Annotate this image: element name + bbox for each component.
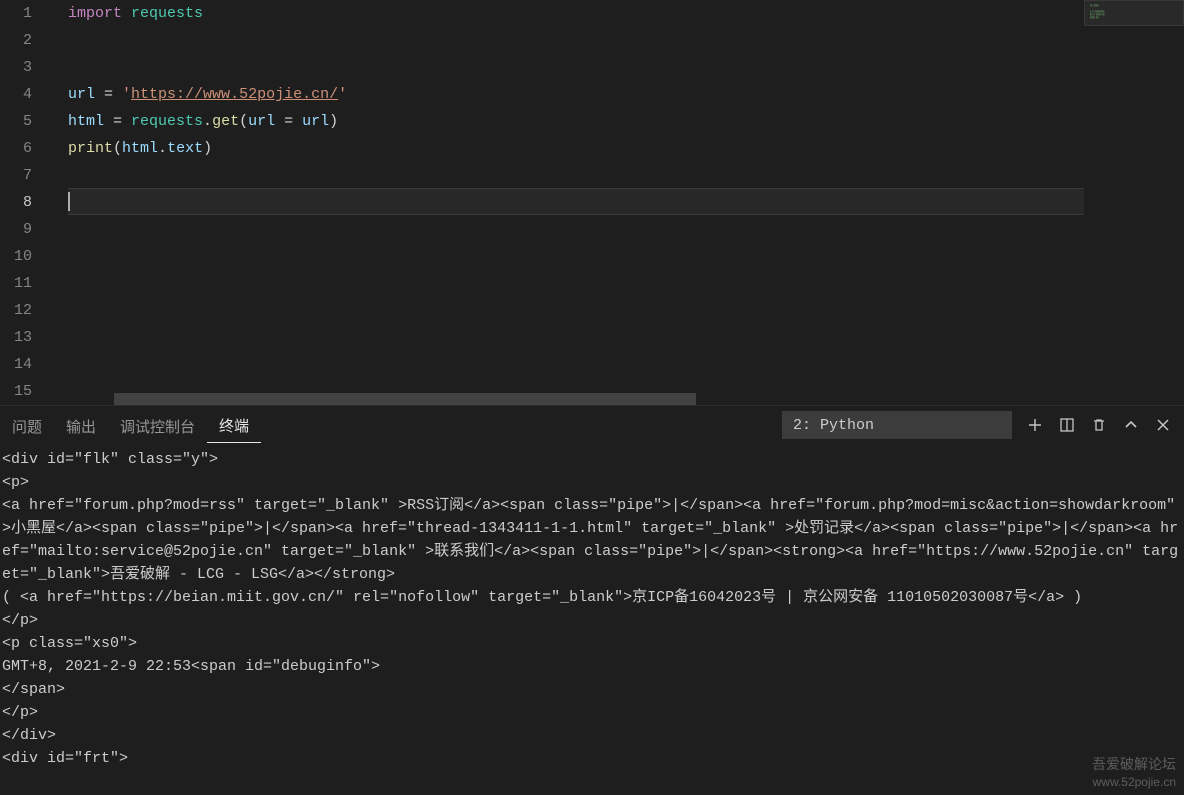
code-line bbox=[68, 349, 1084, 376]
split-icon bbox=[1059, 417, 1075, 433]
add-icon bbox=[1027, 417, 1043, 433]
line-number: 3 bbox=[0, 54, 32, 81]
trash-icon bbox=[1091, 417, 1107, 433]
scrollbar-thumb[interactable] bbox=[114, 393, 696, 405]
code-line: print(html.text) bbox=[68, 135, 1084, 162]
new-terminal-button[interactable] bbox=[1026, 416, 1044, 434]
line-number: 11 bbox=[0, 270, 32, 297]
close-panel-button[interactable] bbox=[1154, 416, 1172, 434]
code-line: import requests bbox=[68, 0, 1084, 27]
code-line: url = 'https://www.52pojie.cn/' bbox=[68, 81, 1084, 108]
code-line: html = requests.get(url = url) bbox=[68, 108, 1084, 135]
code-line bbox=[68, 214, 1084, 241]
line-number: 2 bbox=[0, 27, 32, 54]
line-number: 4 bbox=[0, 81, 32, 108]
code-line bbox=[68, 295, 1084, 322]
line-number: 8 bbox=[0, 189, 32, 216]
maximize-panel-button[interactable] bbox=[1122, 416, 1140, 434]
chevron-up-icon bbox=[1123, 417, 1139, 433]
code-line bbox=[68, 162, 1084, 189]
terminal-selector[interactable]: 2: Python bbox=[782, 411, 1012, 439]
terminal-selector-label: 2: Python bbox=[793, 417, 874, 434]
line-number: 15 bbox=[0, 378, 32, 405]
split-terminal-button[interactable] bbox=[1058, 416, 1076, 434]
line-number: 13 bbox=[0, 324, 32, 351]
tab-problems[interactable]: 问题 bbox=[0, 408, 54, 443]
code-editor[interactable]: import requests url = 'https://www.52poj… bbox=[50, 0, 1084, 405]
tab-debug-console[interactable]: 调试控制台 bbox=[108, 408, 207, 443]
panel-tab-bar: 问题 输出 调试控制台 终端 2: Python bbox=[0, 406, 1184, 444]
line-number: 12 bbox=[0, 297, 32, 324]
code-line bbox=[68, 268, 1084, 295]
tab-terminal[interactable]: 终端 bbox=[207, 407, 261, 443]
tab-output[interactable]: 输出 bbox=[54, 408, 108, 443]
line-number-gutter: 1 2 3 4 5 6 7 8 9 10 11 12 13 14 15 bbox=[0, 0, 50, 405]
code-line bbox=[68, 241, 1084, 268]
line-number: 10 bbox=[0, 243, 32, 270]
terminal-output[interactable]: <div id="flk" class="y"> <p> <a href="fo… bbox=[0, 444, 1184, 795]
code-line-active bbox=[68, 188, 1084, 215]
horizontal-scrollbar[interactable] bbox=[114, 393, 1084, 405]
line-number: 6 bbox=[0, 135, 32, 162]
line-number: 7 bbox=[0, 162, 32, 189]
editor-area: 1 2 3 4 5 6 7 8 9 10 11 12 13 14 15 impo… bbox=[0, 0, 1184, 405]
line-number: 1 bbox=[0, 0, 32, 27]
line-number: 5 bbox=[0, 108, 32, 135]
close-icon bbox=[1155, 417, 1171, 433]
kill-terminal-button[interactable] bbox=[1090, 416, 1108, 434]
code-line bbox=[68, 54, 1084, 81]
panel-actions: 2: Python bbox=[782, 411, 1172, 439]
line-number: 14 bbox=[0, 351, 32, 378]
bottom-panel: 问题 输出 调试控制台 终端 2: Python bbox=[0, 405, 1184, 795]
cursor bbox=[68, 192, 70, 211]
minimap[interactable]: ██ █████ █ ██████████ █ ████ ██████ ██ bbox=[1084, 0, 1184, 405]
minimap-content: ██ █████ █ ██████████ █ ████ ██████ ██ bbox=[1084, 0, 1184, 23]
code-line bbox=[68, 322, 1084, 349]
code-line bbox=[68, 27, 1084, 54]
line-number: 9 bbox=[0, 216, 32, 243]
